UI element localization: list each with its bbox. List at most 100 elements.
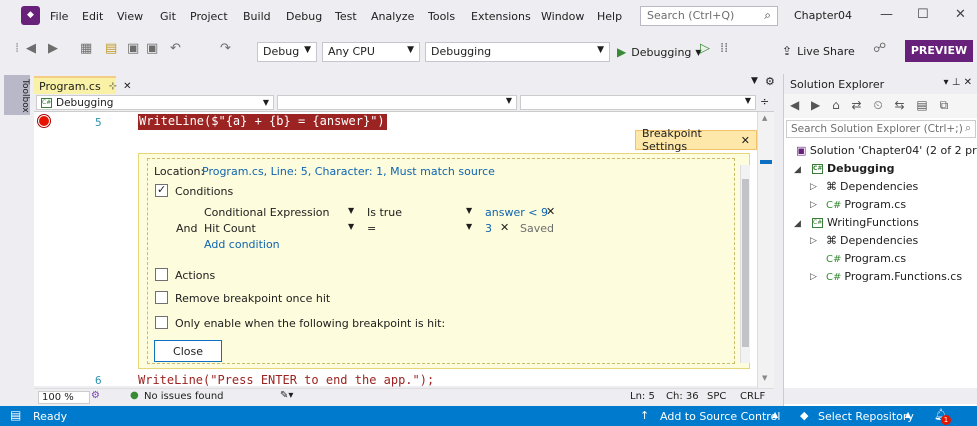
issues-status[interactable]: No issues found [144, 391, 224, 402]
actions-checkbox[interactable] [155, 268, 168, 281]
cleanup-icon[interactable]: ✎▾ [280, 390, 293, 401]
intellicode-icon[interactable]: ⚙ [91, 390, 100, 401]
start-without-debug-icon[interactable]: ▷ [700, 41, 710, 56]
chevron-down-icon[interactable]: ▼ [466, 222, 472, 231]
run-button[interactable]: ▶ Debugging ▼ [617, 42, 702, 62]
solution-search-input[interactable]: Search Solution Explorer (Ctrl+;) ⌕ [786, 120, 976, 138]
tree-dependencies[interactable]: ⌘ Dependencies [826, 234, 918, 247]
editor-scrollbar[interactable]: ▲ ▼ [757, 112, 774, 388]
chevron-down-icon[interactable]: ▼ [348, 206, 354, 215]
tab-list-icon[interactable]: ▼ [751, 76, 758, 86]
tree-project-writingfunctions[interactable]: C# WritingFunctions [812, 216, 919, 229]
chevron-down-icon[interactable]: ▼ [466, 206, 472, 215]
panel-scroll-thumb[interactable] [742, 179, 749, 347]
forward-icon[interactable]: ▶ [48, 41, 58, 56]
close-tab-icon[interactable]: ✕ [123, 81, 131, 92]
tree-program-cs[interactable]: C# Program.cs [826, 198, 906, 211]
close-button[interactable]: Close [154, 340, 222, 362]
condition1-type[interactable]: Conditional Expression [204, 206, 330, 219]
breakpoint-icon[interactable] [38, 115, 50, 127]
menu-extensions[interactable]: Extensions [471, 10, 531, 23]
tree-program-cs[interactable]: C# Program.cs [826, 252, 906, 265]
scroll-down-icon[interactable]: ▼ [762, 374, 767, 382]
whitespace-status[interactable]: SPC [707, 391, 726, 402]
tree-solution[interactable]: ▣ Solution 'Chapter04' (2 of 2 projects) [796, 144, 977, 157]
only-enable-checkbox[interactable] [155, 316, 168, 329]
menu-git[interactable]: Git [160, 10, 176, 23]
select-repository[interactable]: Select Repository [818, 410, 914, 423]
new-item-icon[interactable]: ▦ [80, 41, 92, 56]
project-value: Debugging [56, 96, 114, 109]
type-dropdown[interactable]: ▼ [277, 95, 517, 110]
pin-icon[interactable]: ⊹ [109, 81, 117, 92]
panel-scrollbar[interactable] [740, 165, 750, 363]
menu-debug[interactable]: Debug [286, 10, 322, 23]
condition2-value[interactable]: 3 [485, 222, 492, 235]
collapsed-icon[interactable]: ▷ [810, 236, 817, 246]
tree-project-debugging[interactable]: C# Debugging [812, 162, 895, 175]
back-icon[interactable]: ◀ [26, 41, 36, 56]
startup-project-dropdown[interactable]: Debugging ▼ [425, 42, 610, 62]
minimize-icon[interactable]: — [880, 7, 893, 22]
menu-help[interactable]: Help [597, 10, 622, 23]
menu-project[interactable]: Project [190, 10, 228, 23]
add-source-control[interactable]: Add to Source Control [660, 410, 780, 423]
feedback-icon[interactable]: ☍ [873, 41, 886, 56]
member-dropdown[interactable]: ▼ [520, 95, 756, 110]
collapsed-icon[interactable]: ▷ [810, 272, 817, 282]
menu-build[interactable]: Build [243, 10, 271, 23]
save-icon[interactable]: ▣ [127, 41, 139, 56]
output-icon[interactable]: ▤ [10, 408, 21, 422]
expanded-icon[interactable]: ◢ [794, 165, 801, 175]
hot-reload-icon[interactable]: ⁞⁞ [720, 41, 728, 56]
open-folder-icon[interactable]: ▤ [105, 41, 117, 56]
project-dropdown[interactable]: C# Debugging ▼ [36, 95, 274, 110]
collapsed-icon[interactable]: ▷ [810, 182, 817, 192]
undo-icon[interactable]: ↶ [170, 41, 181, 56]
code-line-5[interactable]: WriteLine($"{a} + {b} = {answer}"); [138, 114, 392, 130]
platform-dropdown[interactable]: Any CPU ▼ [322, 42, 420, 62]
location-link[interactable]: Program.cs, Line: 5, Character: 1, Must … [202, 165, 495, 178]
live-share-button[interactable]: ⇪ Live Share [782, 44, 855, 58]
close-breakpoint-settings-icon[interactable]: ✕ [741, 134, 750, 147]
condition2-type[interactable]: Hit Count [204, 222, 256, 235]
condition2-operator[interactable]: = [367, 222, 376, 235]
close-panel-icon[interactable]: ▾ ⊥ ✕ [944, 77, 972, 88]
menu-window[interactable]: Window [541, 10, 584, 23]
maximize-icon[interactable]: ☐ [917, 7, 929, 22]
condition1-operator[interactable]: Is true [367, 206, 402, 219]
menu-analyze[interactable]: Analyze [371, 10, 414, 23]
tree-program-functions-cs[interactable]: C# Program.Functions.cs [826, 270, 962, 283]
redo-icon[interactable]: ↷ [220, 41, 231, 56]
line-ending-status[interactable]: CRLF [740, 391, 765, 402]
solution-explorer-header: Solution Explorer ▾ ⊥ ✕ [784, 74, 977, 94]
conditions-checkbox[interactable]: ✓ [155, 183, 168, 197]
menu-test[interactable]: Test [335, 10, 357, 23]
zoom-dropdown[interactable]: 100 % [38, 391, 90, 404]
close-window-icon[interactable]: ✕ [955, 7, 966, 22]
menu-tools[interactable]: Tools [428, 10, 455, 23]
save-all-icon[interactable]: ▣ [146, 41, 158, 56]
scroll-up-icon[interactable]: ▲ [762, 114, 767, 122]
toolbox-tab[interactable]: Toolbox [4, 75, 30, 115]
remove-condition-icon[interactable]: ✕ [500, 221, 509, 234]
menu-edit[interactable]: Edit [82, 10, 103, 23]
remove-once-checkbox[interactable] [155, 291, 168, 304]
menu-view[interactable]: View [117, 10, 143, 23]
config-dropdown[interactable]: Debug ▼ [257, 42, 317, 62]
split-icon[interactable]: ÷ [760, 95, 769, 108]
remove-condition-icon[interactable]: ✕ [546, 205, 555, 218]
chevron-down-icon[interactable]: ▼ [348, 222, 354, 231]
solution-hscrollbar[interactable] [784, 388, 977, 404]
expanded-icon[interactable]: ◢ [794, 219, 801, 229]
tree-dependencies[interactable]: ⌘ Dependencies [826, 180, 918, 193]
tab-program-cs[interactable]: Program.cs ⊹ ✕ [34, 76, 131, 94]
code-line-6[interactable]: WriteLine("Press ENTER to end the app.")… [138, 373, 434, 387]
add-condition-link[interactable]: Add condition [204, 238, 280, 251]
menu-file[interactable]: File [50, 10, 68, 23]
settings-icon[interactable]: ⚙ [765, 75, 775, 88]
solution-toolbar-icons[interactable]: ◀ ▶ ⌂ ⇄ ⏲ ⇆ ▤ ⧉ [790, 98, 952, 113]
collapsed-icon[interactable]: ▷ [810, 200, 817, 210]
search-input[interactable]: Search (Ctrl+Q) ⌕ [640, 6, 778, 26]
condition1-value[interactable]: answer < 9 [485, 206, 548, 219]
